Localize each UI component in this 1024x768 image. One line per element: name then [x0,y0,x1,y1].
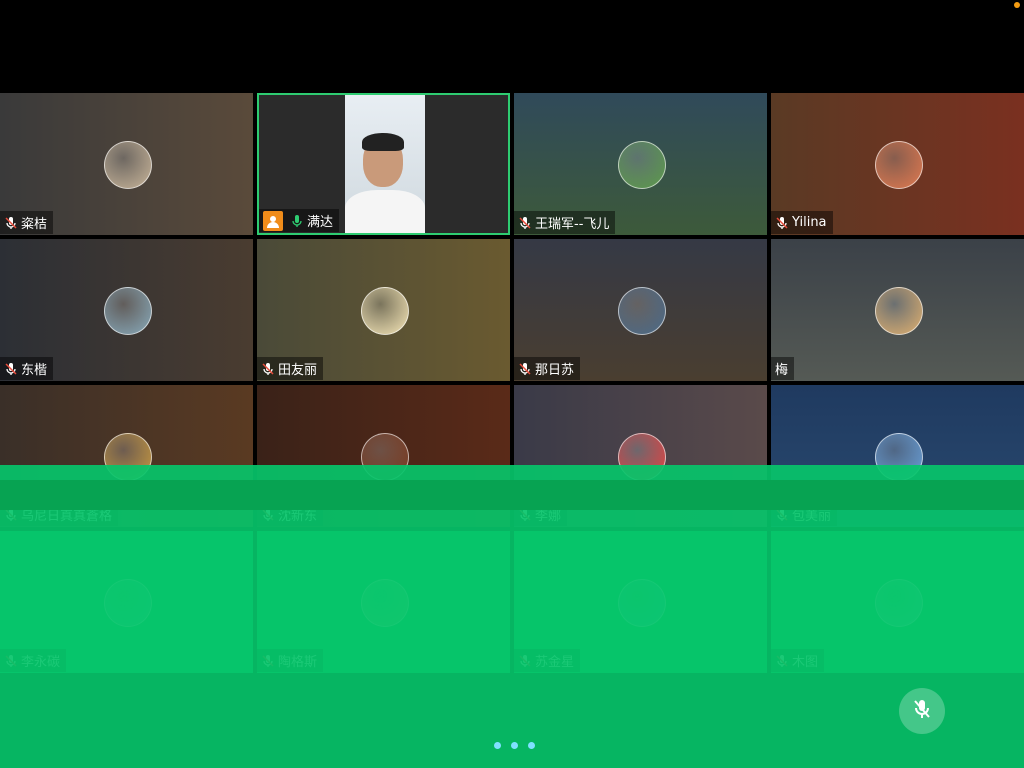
page-indicator[interactable] [494,742,535,749]
participant-tile[interactable]: 粢桔 [0,93,253,235]
avatar [103,141,152,189]
participant-tile[interactable]: 东楷 [0,239,253,381]
participant-label: 王瑞军--飞儿 [514,211,616,234]
mic-muted-icon [4,216,18,230]
participant-label: Yilina [771,211,833,234]
participant-tile[interactable]: 王瑞军--飞儿 [514,93,767,235]
mic-muted-icon [518,362,532,376]
participant-name: 粢桔 [21,217,48,232]
participant-tile[interactable]: 那日苏 [514,239,767,381]
participant-name: 东楷 [21,363,48,378]
participant-name: 梅 [775,363,789,378]
participant-tile[interactable]: 满达 [257,93,510,235]
participant-label: 东楷 [0,357,54,380]
overlay-band [0,480,1024,510]
screen-overlay [0,465,1024,768]
mic-on-icon [290,214,304,228]
participant-label: 田友丽 [257,357,324,380]
mic-muted-icon [4,362,18,376]
mute-button[interactable] [899,688,945,734]
participant-tile[interactable]: Yilina [771,93,1024,235]
participant-name: 那日苏 [535,363,575,378]
avatar [617,287,666,335]
avatar [874,141,923,189]
participant-label: 满达 [259,209,340,232]
participant-name: 田友丽 [278,363,318,378]
page-dot[interactable] [494,742,501,749]
participant-name: 王瑞军--飞儿 [535,217,610,232]
participant-name: Yilina [792,215,827,230]
mic-muted-icon [518,216,532,230]
participant-label: 那日苏 [514,357,581,380]
participant-tile[interactable]: 田友丽 [257,239,510,381]
participant-tile[interactable]: 梅 [771,239,1024,381]
status-dot [1014,2,1020,8]
participant-name: 满达 [307,215,334,230]
avatar [360,287,409,335]
host-icon [263,210,283,231]
video-feed [345,95,425,233]
avatar [103,287,152,335]
page-dot[interactable] [511,742,518,749]
mic-off-icon [910,697,934,725]
avatar [617,141,666,189]
mic-muted-icon [775,216,789,230]
avatar [874,287,923,335]
participant-label: 梅 [771,357,795,380]
mic-muted-icon [261,362,275,376]
participant-label: 粢桔 [0,211,54,234]
page-dot[interactable] [528,742,535,749]
